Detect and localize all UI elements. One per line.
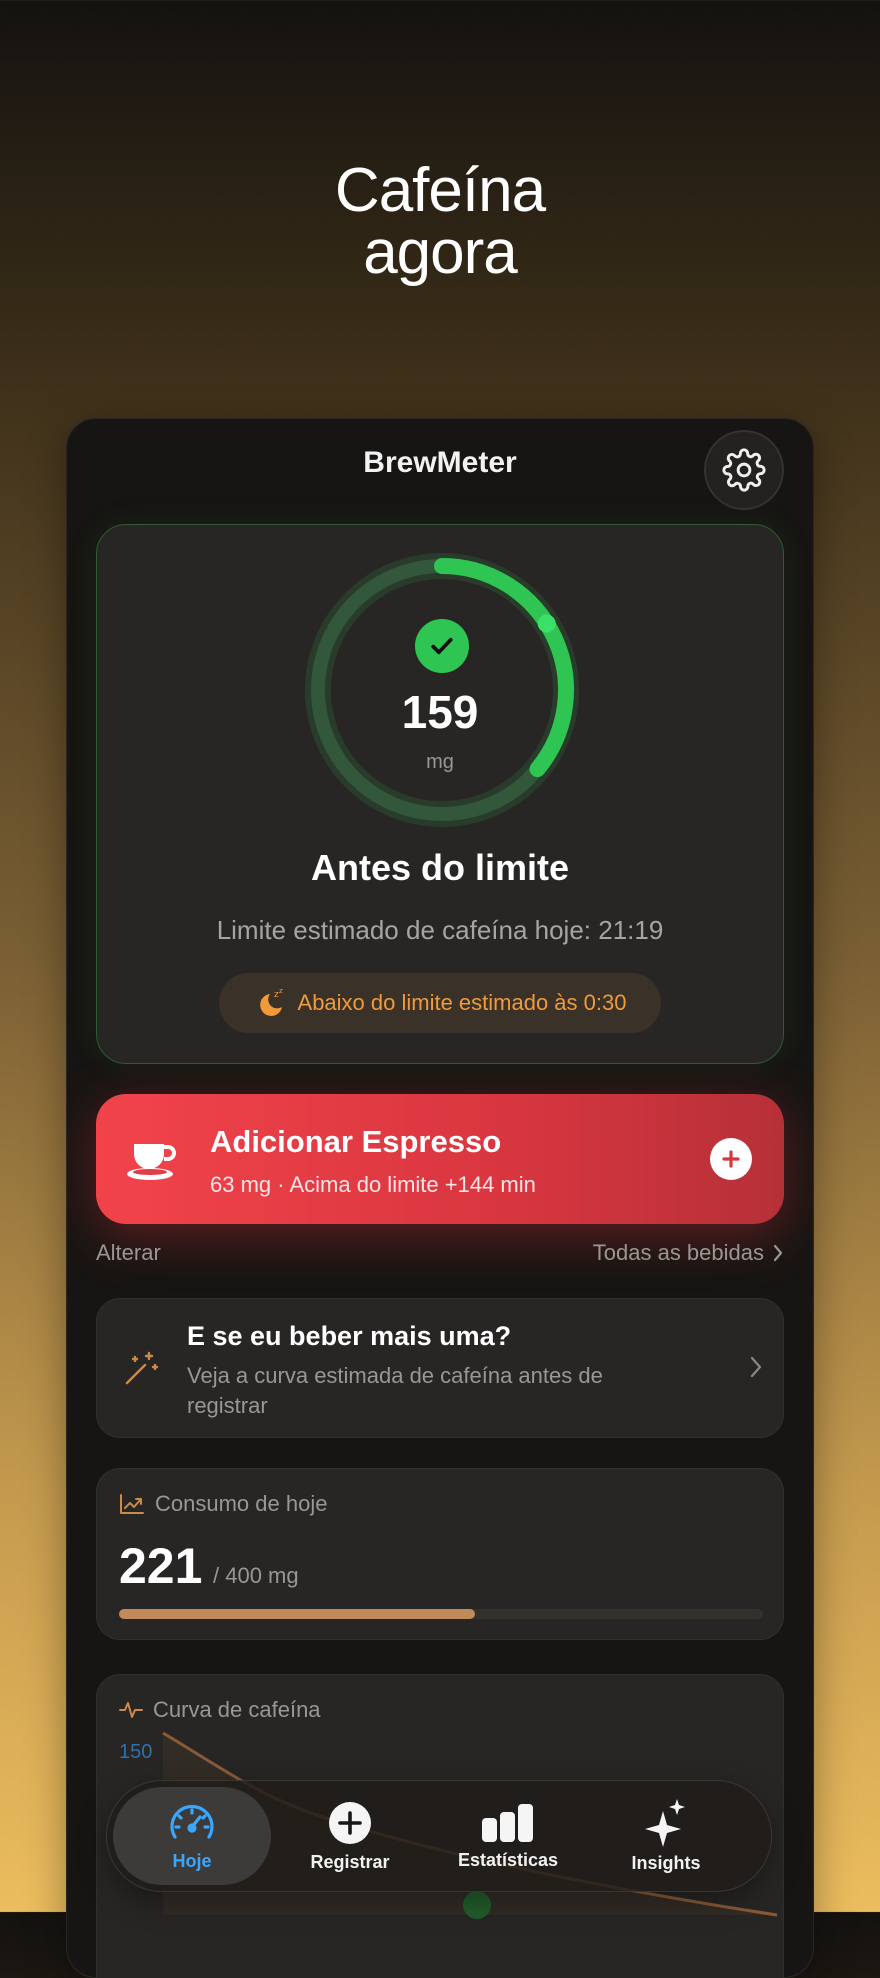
coffee-cup-icon: [127, 1144, 176, 1180]
headline-line-1: Cafeína: [334, 156, 546, 225]
tab-registrar-label: Registrar: [310, 1851, 390, 1872]
pulse-icon: [119, 1702, 143, 1718]
add-espresso-title: Adicionar Espresso: [210, 1124, 502, 1159]
caffeine-current-unit: mg: [426, 751, 454, 773]
today-intake-label: Consumo de hoje: [155, 1491, 328, 1516]
speedometer-icon: [170, 1804, 214, 1839]
tab-estatisticas-label: Estatísticas: [457, 1849, 559, 1870]
app-screen: BrewMeter 159 mg Antes do limite Limite …: [66, 418, 814, 1978]
today-intake-card[interactable]: Consumo de hoje 221 / 400 mg: [96, 1468, 784, 1640]
today-intake-progress: [119, 1609, 763, 1619]
gear-icon: [722, 448, 766, 492]
tab-bar: Hoje Registrar Estatísticas Insights: [106, 1780, 772, 1892]
all-drinks-link[interactable]: Todas as bebidas: [593, 1240, 784, 1266]
sleep-threshold-text: Abaixo do limite estimado às 0:30: [297, 990, 627, 1015]
change-drink-link[interactable]: Alterar: [96, 1240, 161, 1266]
status-subtitle: Limite estimado de cafeína hoje: 21:19: [216, 915, 664, 945]
what-if-subtitle: Veja a curva estimada de cafeína antes d…: [187, 1363, 603, 1418]
chevron-right-icon: [773, 1244, 783, 1262]
what-if-card[interactable]: E se eu beber mais uma? Veja a curva est…: [96, 1298, 784, 1438]
add-espresso-button[interactable]: Adicionar Espresso 63 mg · Acima do limi…: [96, 1094, 784, 1224]
today-intake-header: Consumo de hoje: [119, 1491, 327, 1517]
ring-marker-dot: [537, 614, 556, 633]
curve-axis-tick: 150: [119, 1741, 153, 1763]
trend-chart-icon: [120, 1494, 144, 1514]
tab-estatisticas[interactable]: Estatísticas: [429, 1787, 587, 1885]
status-title: Antes do limite: [310, 847, 570, 888]
settings-button[interactable]: [704, 430, 784, 510]
magic-wand-icon: [125, 1351, 159, 1385]
caffeine-current-value: 159: [401, 686, 479, 738]
what-if-title: E se eu beber mais uma?: [187, 1321, 512, 1351]
today-intake-progress-fill: [119, 1609, 475, 1619]
today-intake-value: 221: [119, 1538, 203, 1594]
status-check-icon: [415, 619, 469, 673]
caffeine-curve-header: Curva de cafeína: [119, 1697, 321, 1723]
tab-hoje[interactable]: Hoje: [113, 1787, 271, 1885]
tab-insights[interactable]: Insights: [587, 1787, 745, 1885]
headline-line-2: agora: [363, 218, 518, 287]
all-drinks-label: Todas as bebidas: [592, 1240, 764, 1265]
headline: Cafeína agora: [0, 160, 880, 284]
chevron-right-icon: [750, 1356, 762, 1378]
tab-hoje-label: Hoje: [172, 1850, 212, 1871]
plus-circle-icon: [329, 1801, 371, 1844]
caffeine-status-card: 159 mg Antes do limite Limite estimado d…: [96, 524, 784, 1064]
add-espresso-subtitle: 63 mg · Acima do limite +144 min: [210, 1172, 536, 1197]
sparkles-icon: [645, 1798, 685, 1847]
today-intake-limit: / 400 mg: [213, 1563, 299, 1588]
tab-insights-label: Insights: [631, 1852, 701, 1873]
caffeine-curve-label: Curva de cafeína: [153, 1697, 321, 1722]
app-title: BrewMeter: [363, 446, 517, 479]
bar-chart-icon: [482, 1803, 533, 1842]
plus-icon: [710, 1138, 752, 1180]
sleep-threshold-badge: z z Abaixo do limite estimado às 0:30: [219, 973, 661, 1033]
moon-sleep-icon: z z: [259, 987, 283, 1016]
svg-text:z: z: [279, 987, 283, 995]
tab-registrar[interactable]: Registrar: [271, 1787, 429, 1885]
